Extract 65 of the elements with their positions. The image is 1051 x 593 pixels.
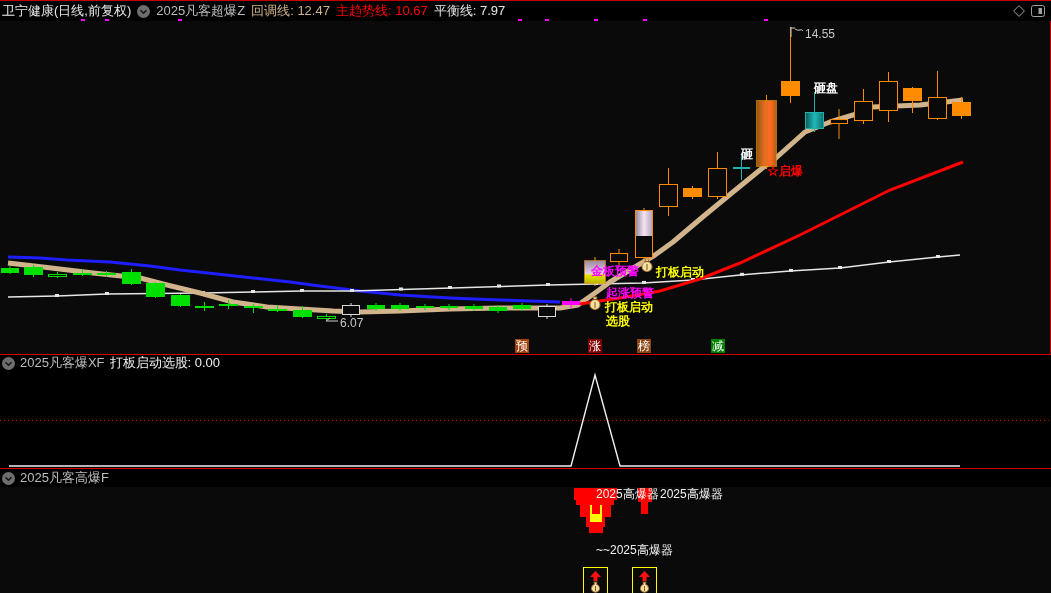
signal-tag: 预 [515, 339, 529, 353]
signal-tag: 榜 [637, 339, 651, 353]
signal-tag: 减 [711, 339, 725, 353]
dropdown-icon[interactable] [2, 471, 15, 485]
candle [171, 293, 190, 308]
indicator-name[interactable]: 2025凡客超爆Z [156, 2, 246, 20]
diamond-icon[interactable] [1013, 5, 1025, 17]
legend-value: 回调线: 12.47 [251, 2, 330, 20]
arrow-money-bag-icon [583, 567, 608, 593]
candle [465, 303, 483, 312]
candle [24, 264, 43, 278]
money-bag-icon [589, 296, 601, 310]
high-price-label: 14.55 [805, 27, 836, 41]
candle [879, 71, 898, 123]
signal-label: 打板启动 [656, 265, 704, 279]
candle [97, 270, 116, 278]
candle [903, 86, 922, 114]
candle [244, 303, 263, 314]
candle [1, 265, 19, 275]
signal-label: 打板启动 [605, 300, 653, 314]
candle [293, 305, 312, 319]
candle [854, 88, 873, 125]
indicator-name[interactable]: 2025凡客爆XF [20, 354, 105, 372]
candle [48, 271, 67, 279]
legend-value: 平衡线: 7.97 [433, 2, 506, 20]
arrow-money-bag-icon [632, 567, 657, 593]
candle [562, 297, 580, 309]
legend-value: 主趋势线: 10.67 [335, 2, 428, 20]
candle [317, 313, 336, 321]
candle [952, 96, 971, 120]
candle [342, 302, 360, 318]
candle [367, 302, 385, 312]
candle [489, 304, 507, 314]
candle [830, 108, 848, 140]
indicator-reading: 打板启动选股: 0.00 [109, 354, 221, 372]
candle [928, 70, 947, 121]
high-price-marker-icon [790, 26, 804, 38]
signal-label: 砸 [741, 147, 753, 161]
stock-title: 卫宁健康(日线,前复权) [2, 2, 132, 20]
candle [635, 207, 653, 261]
signal-label: ☆启爆 [767, 164, 803, 178]
candle [513, 302, 531, 312]
signal-label: 2025高爆器 [660, 487, 723, 501]
candle [538, 303, 556, 320]
candle [122, 268, 141, 286]
candle [659, 167, 678, 217]
dropdown-icon[interactable] [2, 356, 15, 370]
low-price-pointer-icon [325, 317, 339, 322]
indicator-name[interactable]: 2025凡客高爆F [20, 469, 109, 487]
candle [219, 299, 238, 310]
panel-toggle-icon[interactable] [1031, 5, 1045, 17]
signal-label: 选股 [606, 314, 630, 328]
dropdown-icon[interactable] [137, 4, 151, 18]
candle [268, 304, 287, 313]
candle [683, 185, 702, 200]
signal-label: 砸盘 [814, 81, 838, 95]
low-price-label: 6.07 [340, 316, 364, 330]
signal-tag: 涨 [588, 339, 602, 353]
candle [610, 248, 628, 266]
candle [195, 301, 214, 312]
candle [73, 268, 92, 277]
candle [708, 151, 727, 200]
candle [146, 281, 165, 299]
money-bag-icon [641, 258, 653, 272]
signal-label: ~~2025高爆器 [596, 543, 673, 557]
